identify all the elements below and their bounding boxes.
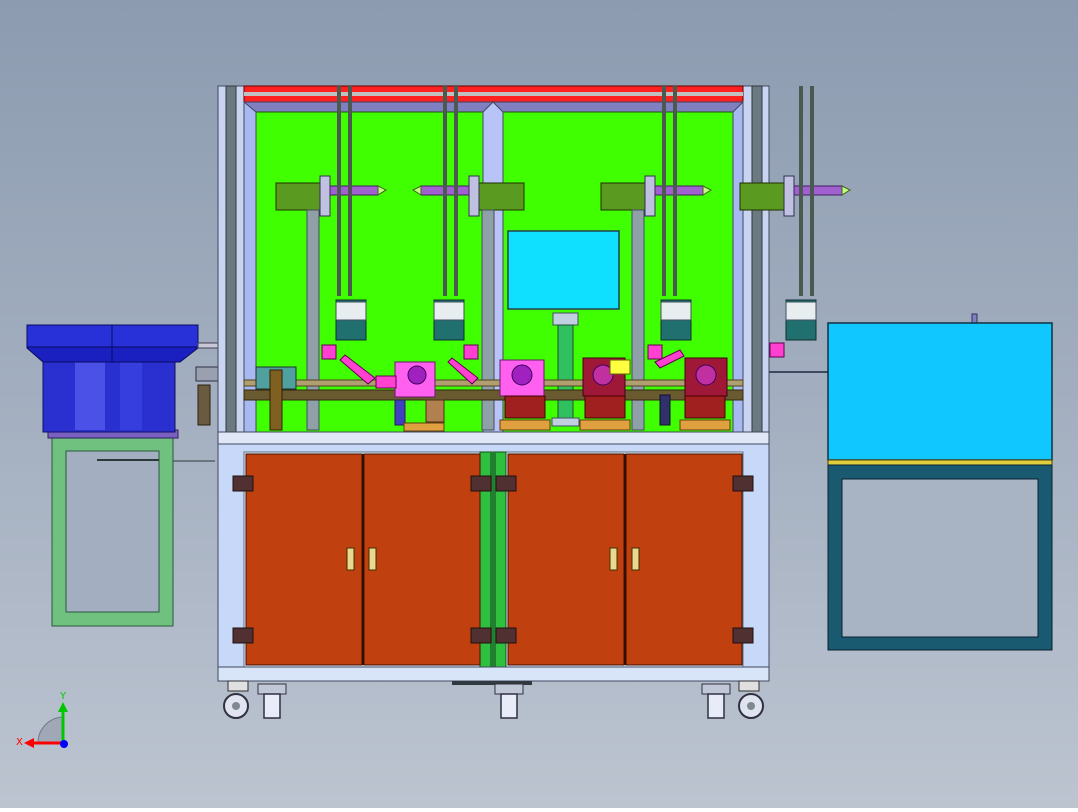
axis-triad-icon: Y X	[16, 691, 68, 748]
axis-y-label: Y	[59, 691, 67, 702]
hmi-screen-icon	[507, 230, 620, 310]
axis-x-label: X	[16, 737, 23, 748]
caster-icon	[223, 680, 764, 719]
feeder-stand	[51, 435, 215, 627]
control-box-icon	[769, 313, 1053, 651]
cad-viewport: Y X	[0, 0, 1078, 808]
bowl-feeder-icon	[26, 324, 219, 627]
main-machine-frame	[217, 85, 852, 719]
